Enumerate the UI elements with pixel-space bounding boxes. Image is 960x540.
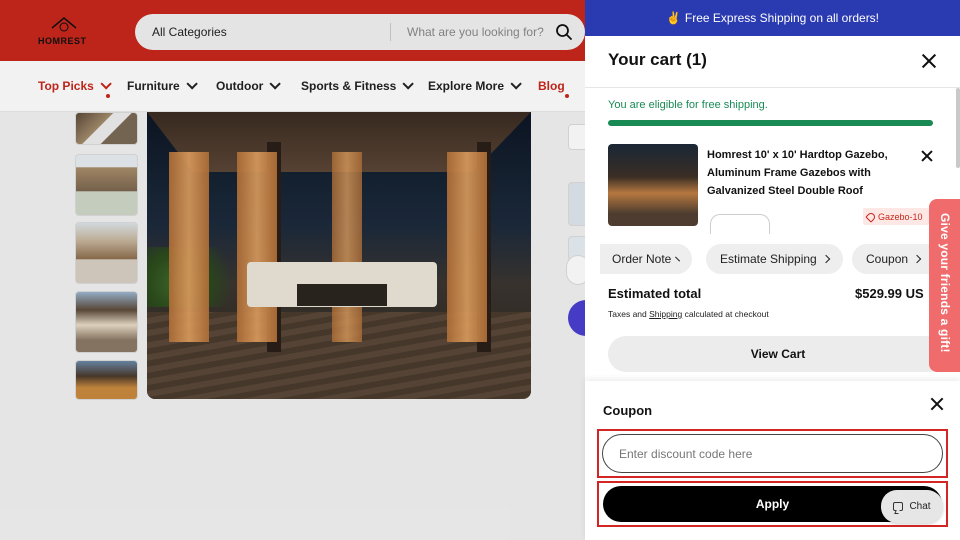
cart-actions-bar: Order Note Estimate Shipping Coupon [585,234,960,284]
estimate-shipping-button[interactable]: Estimate Shipping [706,244,843,274]
quantity-stepper[interactable] [710,214,770,234]
close-cart-icon[interactable] [921,53,937,69]
gift-tab-label: Give your friends a gift! [938,213,952,353]
coupon-title: Coupon [603,403,653,418]
chat-button[interactable]: Chat [881,490,943,523]
tag-icon [865,210,877,223]
remove-item-icon[interactable] [921,150,933,162]
chevron-right-icon [912,254,922,264]
estimated-total-label: Estimated total [608,286,702,301]
free-shipping-progress [608,120,933,126]
progress-fill [608,120,933,126]
cart-title: Your cart (1) [608,50,707,69]
gift-tab[interactable]: Give your friends a gift! [929,199,960,372]
chevron-right-icon [675,256,681,262]
shipping-banner-text: Free Express Shipping on all orders! [684,11,880,25]
order-note-button[interactable]: Order Note [600,244,692,274]
item-tag-badge: Gazebo-10 [863,208,929,225]
view-cart-button[interactable]: View Cart [608,336,948,372]
drawer-scrollbar[interactable] [956,88,960,168]
discount-code-input[interactable] [602,434,943,473]
close-coupon-icon[interactable] [930,397,944,411]
cart-item-name[interactable]: Homrest 10' x 10' Hardtop Gazebo, Alumin… [707,146,917,200]
chat-bubble-icon [893,502,904,511]
victory-hand-icon: ✌️ [665,11,681,25]
shipping-link[interactable]: Shipping [649,309,682,319]
shipping-banner: ✌️ Free Express Shipping on all orders! [585,0,960,36]
tax-note: Taxes and Shipping calculated at checkou… [608,309,769,319]
chevron-right-icon [821,254,830,264]
header-divider [585,87,960,88]
chat-label: Chat [909,501,931,512]
modal-backdrop[interactable] [0,0,585,540]
cart-item-image[interactable] [608,144,698,226]
free-shipping-message: You are eligible for free shipping. [608,99,768,111]
estimated-total-value: $529.99 US [855,286,924,301]
